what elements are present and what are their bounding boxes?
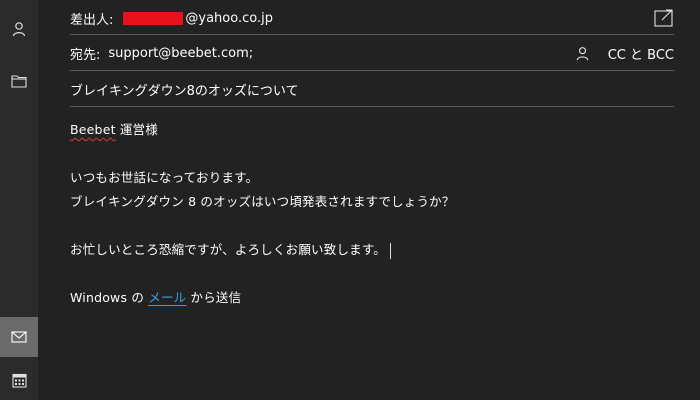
signature-before: Windows の [70, 290, 149, 305]
greeting-line: Beebet 運営様 [70, 118, 630, 142]
redaction-block [123, 11, 184, 25]
to-label: 宛先: [70, 47, 101, 63]
calendar-button[interactable] [0, 360, 38, 400]
mail-icon [11, 331, 27, 343]
mail-app-link[interactable]: メール [148, 290, 186, 305]
signature-after: から送信 [186, 290, 242, 305]
brand-name: Beebet [70, 122, 116, 137]
text-caret [390, 242, 392, 259]
from-row[interactable]: 差出人: @yahoo.co.jp [70, 6, 674, 30]
cc-bcc-button[interactable]: CC と BCC [608, 44, 674, 63]
to-row[interactable]: 宛先: support@beebet.com; CC と BCC [70, 42, 674, 64]
divider [70, 106, 674, 107]
contact-picker-icon[interactable] [575, 46, 590, 61]
nav-rail [0, 0, 38, 400]
popout-icon[interactable] [654, 9, 674, 27]
to-value[interactable]: support@beebet.com; [108, 46, 253, 61]
divider [70, 34, 674, 35]
people-button[interactable] [0, 9, 38, 49]
body-line-1: いつもお世話になっております。 [70, 170, 259, 185]
from-value: @yahoo.co.jp [185, 10, 273, 26]
signature-line: Windows の メール から送信 [70, 286, 630, 310]
subject-text: ブレイキングダウン8のオッズについて [70, 83, 299, 99]
message-body[interactable]: Beebet 運営様 いつもお世話になっております。 ブレイキングダウン 8 の… [70, 118, 630, 310]
compose-pane: 差出人: @yahoo.co.jp 宛先: support@beebet.com… [38, 0, 700, 400]
from-label: 差出人: [70, 12, 114, 28]
mail-button[interactable] [0, 317, 38, 357]
greeting-rest: 運営様 [115, 122, 158, 137]
divider [70, 70, 674, 71]
body-line-2: ブレイキングダウン 8 のオッズはいつ頃発表されますでしょうか？ [70, 194, 455, 209]
body-line-3: お忙しいところ恐縮ですが、よろしくお願い致します。 [70, 238, 630, 262]
calendar-icon [11, 373, 27, 388]
folders-button[interactable] [0, 61, 38, 101]
body-line-3-text: お忙しいところ恐縮ですが、よろしくお願い致します。 [70, 242, 387, 257]
subject-field[interactable]: ブレイキングダウン8のオッズについて [70, 78, 674, 100]
person-icon [12, 22, 26, 37]
folder-icon [11, 75, 27, 88]
